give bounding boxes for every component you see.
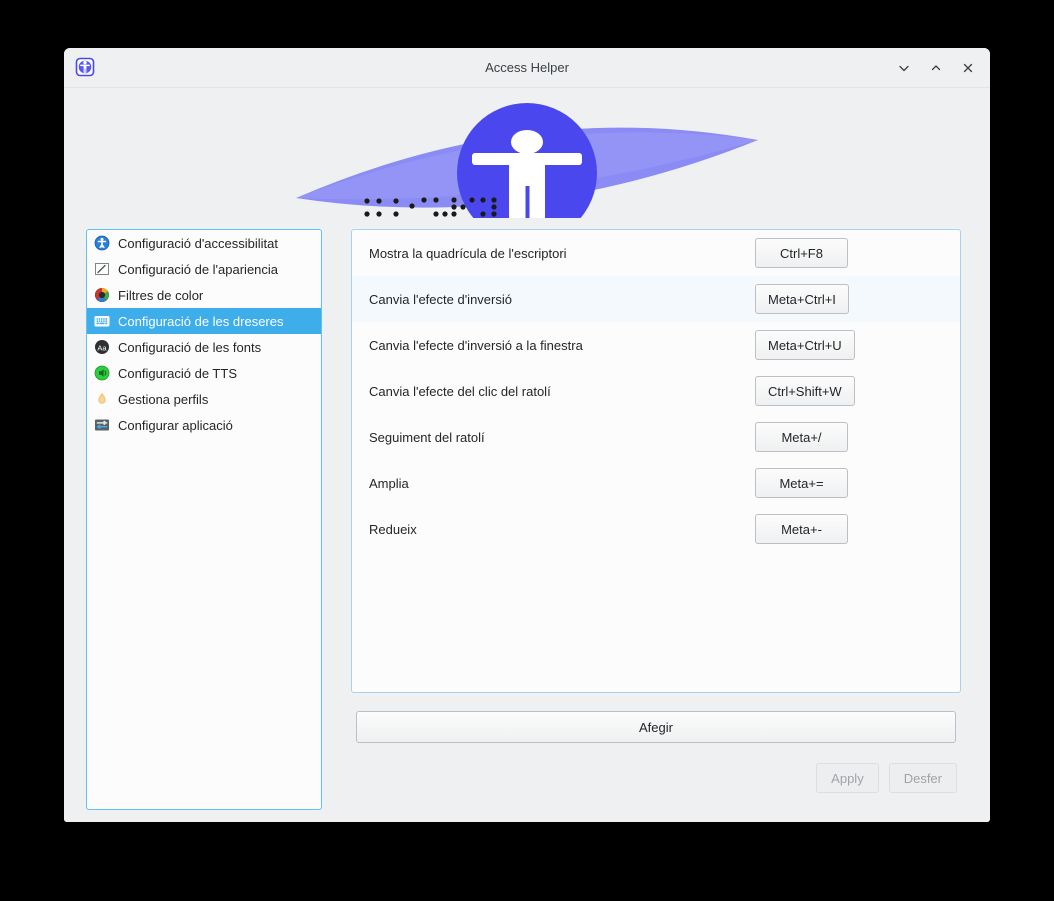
- desktop-background: Access Helper Configuració d'accessibili…: [0, 0, 1054, 901]
- shortcut-name: Amplia: [369, 475, 409, 491]
- shortcut-key-button[interactable]: Meta+Ctrl+U: [755, 330, 855, 360]
- sidebar-item-label: Filtres de color: [118, 287, 204, 303]
- window-title: Access Helper: [485, 60, 569, 75]
- shortcut-key-cell: Meta+-: [755, 514, 960, 544]
- shortcut-key-cell: Ctrl+Shift+W: [755, 376, 960, 406]
- shortcut-name: Seguiment del ratolí: [369, 429, 485, 445]
- sidebar-item-tts[interactable]: Configuració de TTS: [87, 360, 321, 386]
- keyboard-shortcuts-icon: [94, 313, 110, 329]
- chevron-down-icon: [899, 65, 909, 71]
- color-filters-icon: [94, 287, 110, 303]
- sidebar-item-fonts[interactable]: Aa Configuració de les fonts: [87, 334, 321, 360]
- maximize-button[interactable]: [924, 56, 948, 80]
- dialog-action-buttons: Apply Desfer: [816, 763, 957, 793]
- shortcut-key-cell: Meta+Ctrl+U: [755, 330, 960, 360]
- settings-sidebar: Configuració d'accessibilitat Configurac…: [86, 229, 322, 810]
- minimize-button[interactable]: [892, 56, 916, 80]
- shortcut-name: Redueix: [369, 521, 417, 537]
- shortcut-name: Canvia l'efecte d'inversió: [369, 291, 512, 307]
- sidebar-item-label: Configuració de les dreseres: [118, 313, 284, 329]
- shortcut-key-cell: Ctrl+F8: [755, 238, 960, 268]
- appearance-settings-icon: [94, 261, 110, 277]
- sidebar-item-label: Gestiona perfils: [118, 391, 209, 407]
- shortcut-key-cell: Meta+=: [755, 468, 960, 498]
- sidebar-item-appearance[interactable]: Configuració de l'apariencia: [87, 256, 321, 282]
- window-body: Configuració d'accessibilitat Configurac…: [64, 218, 990, 822]
- shortcut-name: Mostra la quadrícula de l'escriptori: [369, 245, 567, 261]
- sidebar-item-configure-app[interactable]: Configurar aplicació: [87, 412, 321, 438]
- shortcut-key-button[interactable]: Ctrl+F8: [755, 238, 848, 268]
- table-row[interactable]: Mostra la quadrícula de l'escriptori Ctr…: [352, 230, 960, 276]
- sidebar-item-profiles[interactable]: Gestiona perfils: [87, 386, 321, 412]
- sidebar-item-label: Configuració d'accessibilitat: [118, 235, 279, 251]
- shortcut-key-button[interactable]: Ctrl+Shift+W: [755, 376, 855, 406]
- sidebar-item-color-filters[interactable]: Filtres de color: [87, 282, 321, 308]
- table-row[interactable]: Amplia Meta+=: [352, 460, 960, 506]
- close-icon: [963, 63, 973, 72]
- configure-application-icon: [94, 417, 110, 433]
- sidebar-item-accessibility[interactable]: Configuració d'accessibilitat: [87, 230, 321, 256]
- shortcut-key-cell: Meta+/: [755, 422, 960, 452]
- shortcut-key-button[interactable]: Meta+=: [755, 468, 848, 498]
- sidebar-item-label: Configuració de TTS: [118, 365, 237, 381]
- shortcut-key-button[interactable]: Meta+-: [755, 514, 848, 544]
- shortcut-key-button[interactable]: Meta+Ctrl+I: [755, 284, 849, 314]
- undo-button[interactable]: Desfer: [888, 763, 957, 793]
- table-row[interactable]: Canvia l'efecte d'inversió Meta+Ctrl+I: [352, 276, 960, 322]
- window-controls: [892, 48, 980, 87]
- shortcut-key-cell: Meta+Ctrl+I: [755, 284, 960, 314]
- shortcut-name: Canvia l'efecte d'inversió a la finestra: [369, 337, 583, 353]
- profiles-icon: [94, 391, 110, 407]
- table-row[interactable]: Canvia l'efecte del clic del ratolí Ctrl…: [352, 368, 960, 414]
- chevron-up-icon: [931, 64, 941, 70]
- shortcut-name: Canvia l'efecte del clic del ratolí: [369, 383, 551, 399]
- fonts-settings-icon: Aa: [94, 339, 110, 355]
- sidebar-item-label: Configuració de l'apariencia: [118, 261, 279, 277]
- shortcuts-list: Mostra la quadrícula de l'escriptori Ctr…: [351, 229, 961, 693]
- table-row[interactable]: Canvia l'efecte d'inversió a la finestra…: [352, 322, 960, 368]
- svg-text:Aa: Aa: [97, 343, 107, 352]
- sidebar-item-label: Configuració de les fonts: [118, 339, 262, 355]
- header-banner: [64, 88, 990, 218]
- application-window: Access Helper Configuració d'accessibili…: [64, 48, 990, 822]
- accessibility-settings-icon: [94, 235, 110, 251]
- close-button[interactable]: [956, 56, 980, 80]
- sidebar-item-shortcuts[interactable]: Configuració de les dreseres: [87, 308, 321, 334]
- tts-settings-icon: [94, 365, 110, 381]
- main-panel: Mostra la quadrícula de l'escriptori Ctr…: [351, 218, 963, 822]
- table-row[interactable]: Redueix Meta+-: [352, 506, 960, 552]
- add-button[interactable]: Afegir: [356, 711, 956, 743]
- table-row[interactable]: Seguiment del ratolí Meta+/: [352, 414, 960, 460]
- apply-button[interactable]: Apply: [816, 763, 879, 793]
- sidebar-item-label: Configurar aplicació: [118, 417, 233, 433]
- shortcut-key-button[interactable]: Meta+/: [755, 422, 848, 452]
- title-bar: Access Helper: [64, 48, 990, 88]
- banner-graphic: [296, 103, 758, 218]
